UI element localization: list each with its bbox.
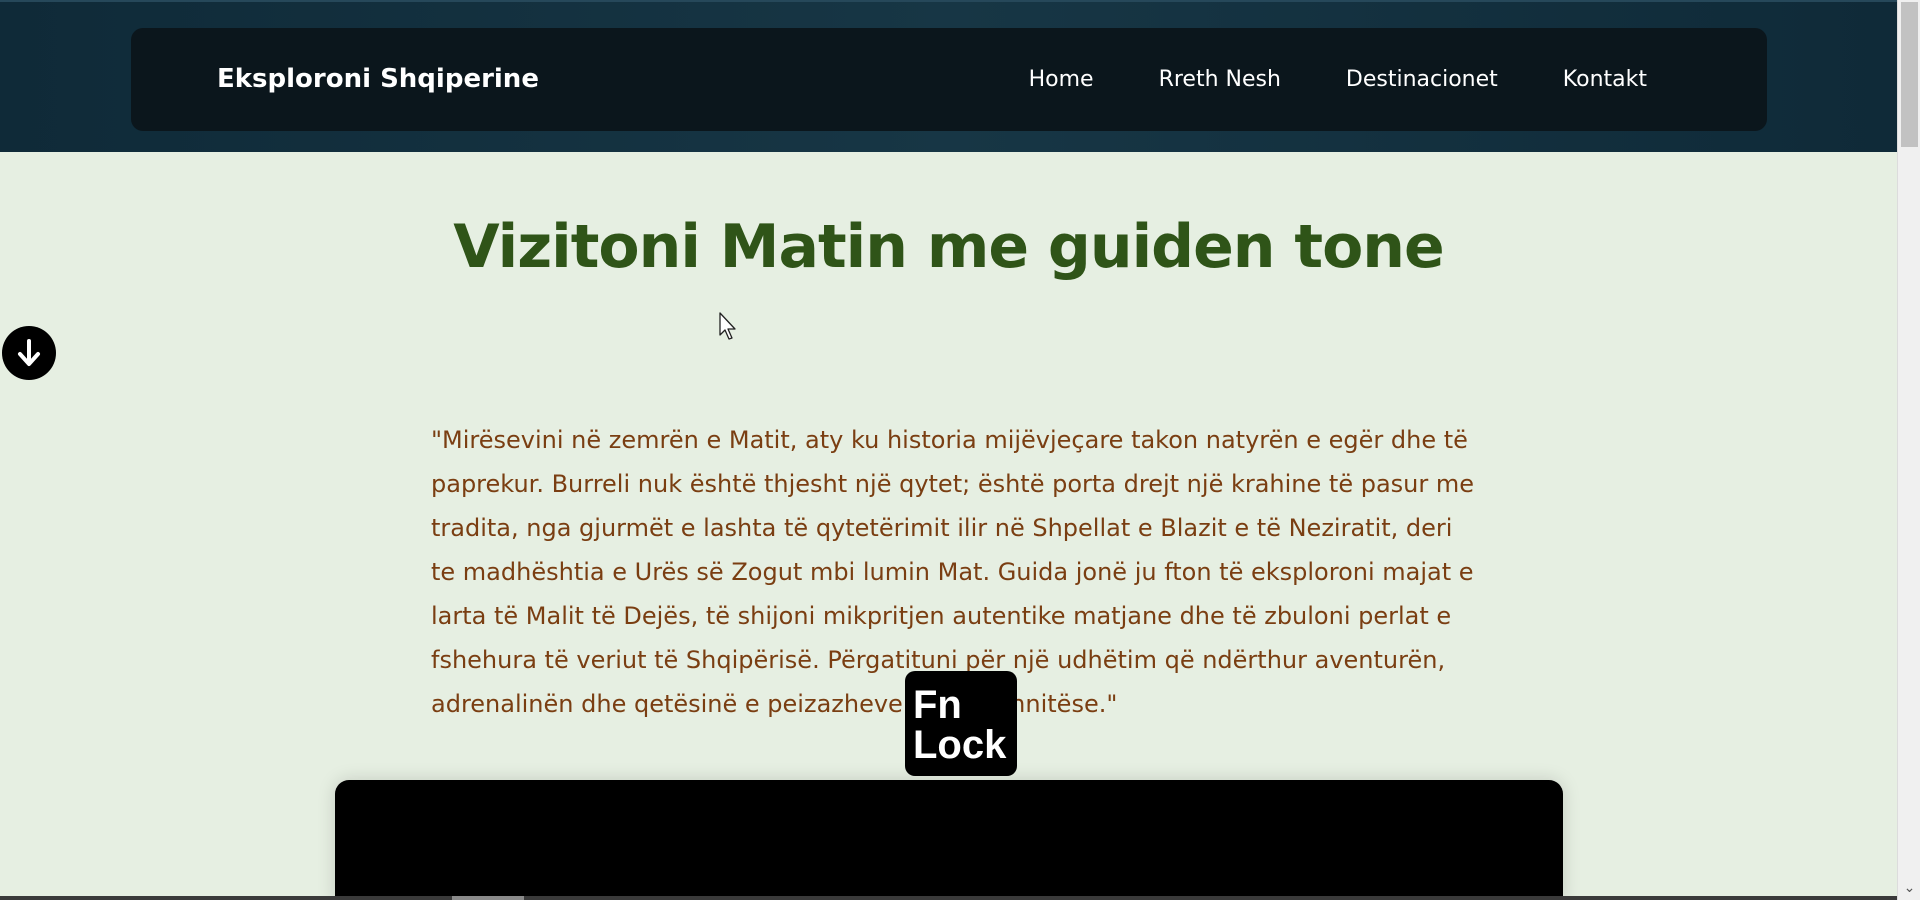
- navbar: Eksploroni Shqiperine Home Rreth Nesh De…: [131, 28, 1767, 131]
- arrow-down-circle-icon: [18, 339, 40, 366]
- nav-contact-link[interactable]: Kontakt: [1563, 67, 1647, 92]
- vertical-scrollbar[interactable]: ⌄: [1897, 0, 1920, 900]
- horizontal-scrollbar[interactable]: [0, 896, 1897, 900]
- scroll-down-button[interactable]: [2, 326, 56, 380]
- nav-about-link[interactable]: Rreth Nesh: [1159, 67, 1281, 92]
- horizontal-scrollbar-thumb[interactable]: [452, 896, 524, 900]
- site-header: Eksploroni Shqiperine Home Rreth Nesh De…: [0, 0, 1897, 152]
- nav-links: Home Rreth Nesh Destinacionet Kontakt: [1029, 28, 1647, 131]
- video-player[interactable]: [335, 780, 1563, 900]
- mouse-pointer-icon: [719, 312, 736, 340]
- nav-destinations-link[interactable]: Destinacionet: [1346, 67, 1498, 92]
- fn-lock-line2: Lock: [913, 723, 1007, 767]
- fn-lock-line1: Fn: [913, 683, 962, 727]
- nav-home-link[interactable]: Home: [1029, 67, 1094, 92]
- page: Eksploroni Shqiperine Home Rreth Nesh De…: [0, 0, 1920, 900]
- brand-logo-text[interactable]: Eksploroni Shqiperine: [217, 28, 539, 131]
- page-title: Vizitoni Matin me guiden tone: [453, 212, 1444, 282]
- scrollbar-thumb[interactable]: [1901, 2, 1918, 147]
- chevron-down-icon[interactable]: ⌄: [1898, 880, 1920, 896]
- fn-lock-indicator: Fn Lock: [905, 671, 1017, 776]
